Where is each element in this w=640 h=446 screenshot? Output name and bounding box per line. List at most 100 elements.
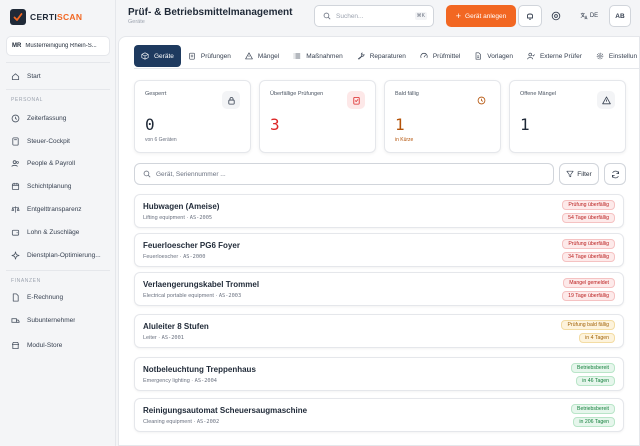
stat-card-offene-maengel[interactable]: Offene Mängel 1: [509, 80, 626, 153]
add-device-button[interactable]: + Gerät anlegen: [446, 5, 516, 27]
filter-button[interactable]: Filter: [559, 163, 599, 185]
tab-externe-pruefer[interactable]: Externe Prüfer: [520, 45, 589, 67]
sidebar-divider: [6, 89, 110, 90]
lock-icon: [227, 96, 235, 105]
sidebar-item-label: People & Payroll: [27, 159, 76, 167]
device-row[interactable]: Verlaengerungskabel Trommel Electrical p…: [134, 272, 624, 306]
sidebar-item-start[interactable]: Start: [6, 68, 112, 84]
settings-circle-icon: [551, 11, 561, 21]
device-name: Verlaengerungskabel Trommel: [143, 280, 260, 289]
section-title-personal: PERSONAL: [11, 97, 44, 103]
clock-icon: [477, 96, 485, 104]
device-type: Feuerloescher: [143, 254, 179, 260]
stat-icon-box: [347, 91, 365, 109]
sidebar-item-people-payroll[interactable]: People & Payroll: [6, 155, 112, 171]
user-check-icon: [527, 52, 535, 60]
tab-label: Einstellun: [608, 52, 638, 60]
language-switch[interactable]: DE: [575, 5, 603, 27]
sidebar-item-zeiterfassung[interactable]: Zeiterfassung: [6, 110, 112, 126]
device-id: AS-2002: [196, 419, 220, 425]
tab-maengel[interactable]: Mängel: [238, 45, 286, 67]
calculator-icon: [12, 136, 19, 146]
device-name: Hubwagen (Ameise): [143, 202, 220, 211]
status-badge: Prüfung überfällig: [562, 200, 615, 210]
add-device-label: Gerät anlegen: [465, 12, 507, 20]
device-type: Leiter: [143, 335, 157, 341]
logo[interactable]: CERTISCAN: [10, 9, 82, 25]
sidebar-item-dienstplan-optimierung[interactable]: Dienstplan-Optimierung...: [6, 247, 112, 263]
due-badge: 54 Tage überfällig: [562, 213, 615, 223]
sidebar-item-subunternehmer[interactable]: Subunternehmer: [6, 312, 112, 328]
sidebar-item-schichtplanung[interactable]: Schichtplanung: [6, 178, 112, 194]
list-icon: [293, 53, 301, 59]
filter-icon: [566, 170, 574, 178]
status-badge: Betriebsbereit: [570, 363, 615, 373]
section-title-finanzen: FINANZEN: [11, 278, 41, 284]
sidebar-item-entgelttransparenz[interactable]: Entgelttransparenz: [6, 201, 112, 217]
warning-icon: [245, 52, 253, 60]
device-type: Emergency lighting: [143, 378, 190, 384]
status-badge: Prüfung überfällig: [562, 239, 615, 249]
stat-card-gesperrt[interactable]: Gesperrt 0 von 6 Geräten: [134, 80, 251, 153]
sidebar-item-steuer-cockpit[interactable]: Steuer-Cockpit: [6, 133, 112, 149]
tab-einstellungen[interactable]: Einstellun: [589, 45, 640, 67]
sidebar-item-modul-store[interactable]: Modul-Store: [6, 337, 112, 353]
device-name: Notbeleuchtung Treppenhaus: [143, 365, 256, 374]
tab-pruefungen[interactable]: Prüfungen: [181, 45, 238, 67]
device-type: Electrical portable equipment: [143, 293, 214, 299]
stat-label: Offene Mängel: [520, 91, 556, 97]
tab-pruefmittel[interactable]: Prüfmittel: [413, 45, 467, 67]
device-row[interactable]: Hubwagen (Ameise) Lifting equipment · AS…: [134, 194, 624, 228]
refresh-button[interactable]: [604, 163, 626, 185]
device-name: Reinigungsautomat Scheuersaugmaschine: [143, 406, 308, 415]
store-icon: [11, 341, 20, 349]
users-icon: [11, 159, 19, 167]
global-search-input[interactable]: Suchen... ⌘K: [314, 5, 434, 27]
help-button[interactable]: [544, 5, 568, 27]
user-avatar[interactable]: AB: [609, 5, 631, 27]
device-search-input[interactable]: Gerät, Seriennummer ...: [134, 163, 554, 185]
device-meta: Lifting equipment · AS-2005: [143, 215, 213, 221]
sidebar-item-lohn-zuschlaege[interactable]: Lohn & Zuschläge: [6, 224, 112, 240]
stat-value: 3: [270, 115, 280, 134]
tab-geraete[interactable]: Geräte: [134, 45, 181, 67]
box-icon: [141, 52, 149, 60]
tab-reparaturen[interactable]: Reparaturen: [350, 45, 413, 67]
notifications-button[interactable]: [518, 5, 542, 27]
tab-vorlagen[interactable]: Vorlagen: [467, 45, 520, 67]
device-meta: Leiter · AS-2001: [143, 335, 184, 341]
device-meta: Electrical portable equipment · AS-2003: [143, 293, 242, 299]
device-row[interactable]: Feuerloescher PG6 Foyer Feuerloescher · …: [134, 233, 624, 267]
sidebar-item-label: E-Rechnung: [27, 293, 64, 301]
device-row[interactable]: Aluleiter 8 Stufen Leiter · AS-2001 Prüf…: [134, 314, 624, 348]
device-type: Cleaning equipment: [143, 419, 192, 425]
tab-label: Prüfungen: [200, 52, 231, 60]
due-badge: 19 Tage überfällig: [562, 291, 615, 301]
status-badge: Betriebsbereit: [570, 404, 615, 414]
stat-value: 1: [395, 115, 405, 134]
status-badge: Prüfung bald fällig: [561, 320, 615, 330]
device-row[interactable]: Reinigungsautomat Scheuersaugmaschine Cl…: [134, 398, 624, 432]
search-icon: [143, 170, 151, 178]
tab-label: Geräte: [154, 52, 174, 60]
sidebar-divider: [6, 270, 110, 271]
stat-icon-box: [597, 91, 615, 109]
search-placeholder: Suchen...: [336, 12, 364, 20]
stat-value: 0: [145, 115, 155, 134]
tab-label: Maßnahmen: [306, 52, 343, 60]
due-badge: 34 Tage überfällig: [562, 252, 615, 262]
stat-icon-box: [222, 91, 240, 109]
brand-part2: SCAN: [57, 12, 83, 22]
org-switcher[interactable]: MR Musterreinigung Rhein-S...: [6, 36, 110, 56]
due-badge: in 206 Tagen: [573, 417, 615, 427]
clipboard-alert-icon: [352, 96, 360, 105]
device-row[interactable]: Notbeleuchtung Treppenhaus Emergency lig…: [134, 357, 624, 391]
stat-card-bald-faellig[interactable]: Bald fällig 1 in Kürze: [384, 80, 501, 153]
stat-card-ueberfaellig[interactable]: Überfällige Prüfungen 3: [259, 80, 376, 153]
sidebar-item-label: Subunternehmer: [27, 316, 76, 324]
tab-label: Vorlagen: [487, 52, 513, 60]
tab-massnahmen[interactable]: Maßnahmen: [286, 45, 350, 67]
top-header: Prüf- & Betriebsmittelmanagement Geräte …: [116, 0, 640, 36]
sidebar-item-e-rechnung[interactable]: E-Rechnung: [6, 289, 112, 305]
sidebar-item-label: Dienstplan-Optimierung...: [27, 251, 101, 259]
